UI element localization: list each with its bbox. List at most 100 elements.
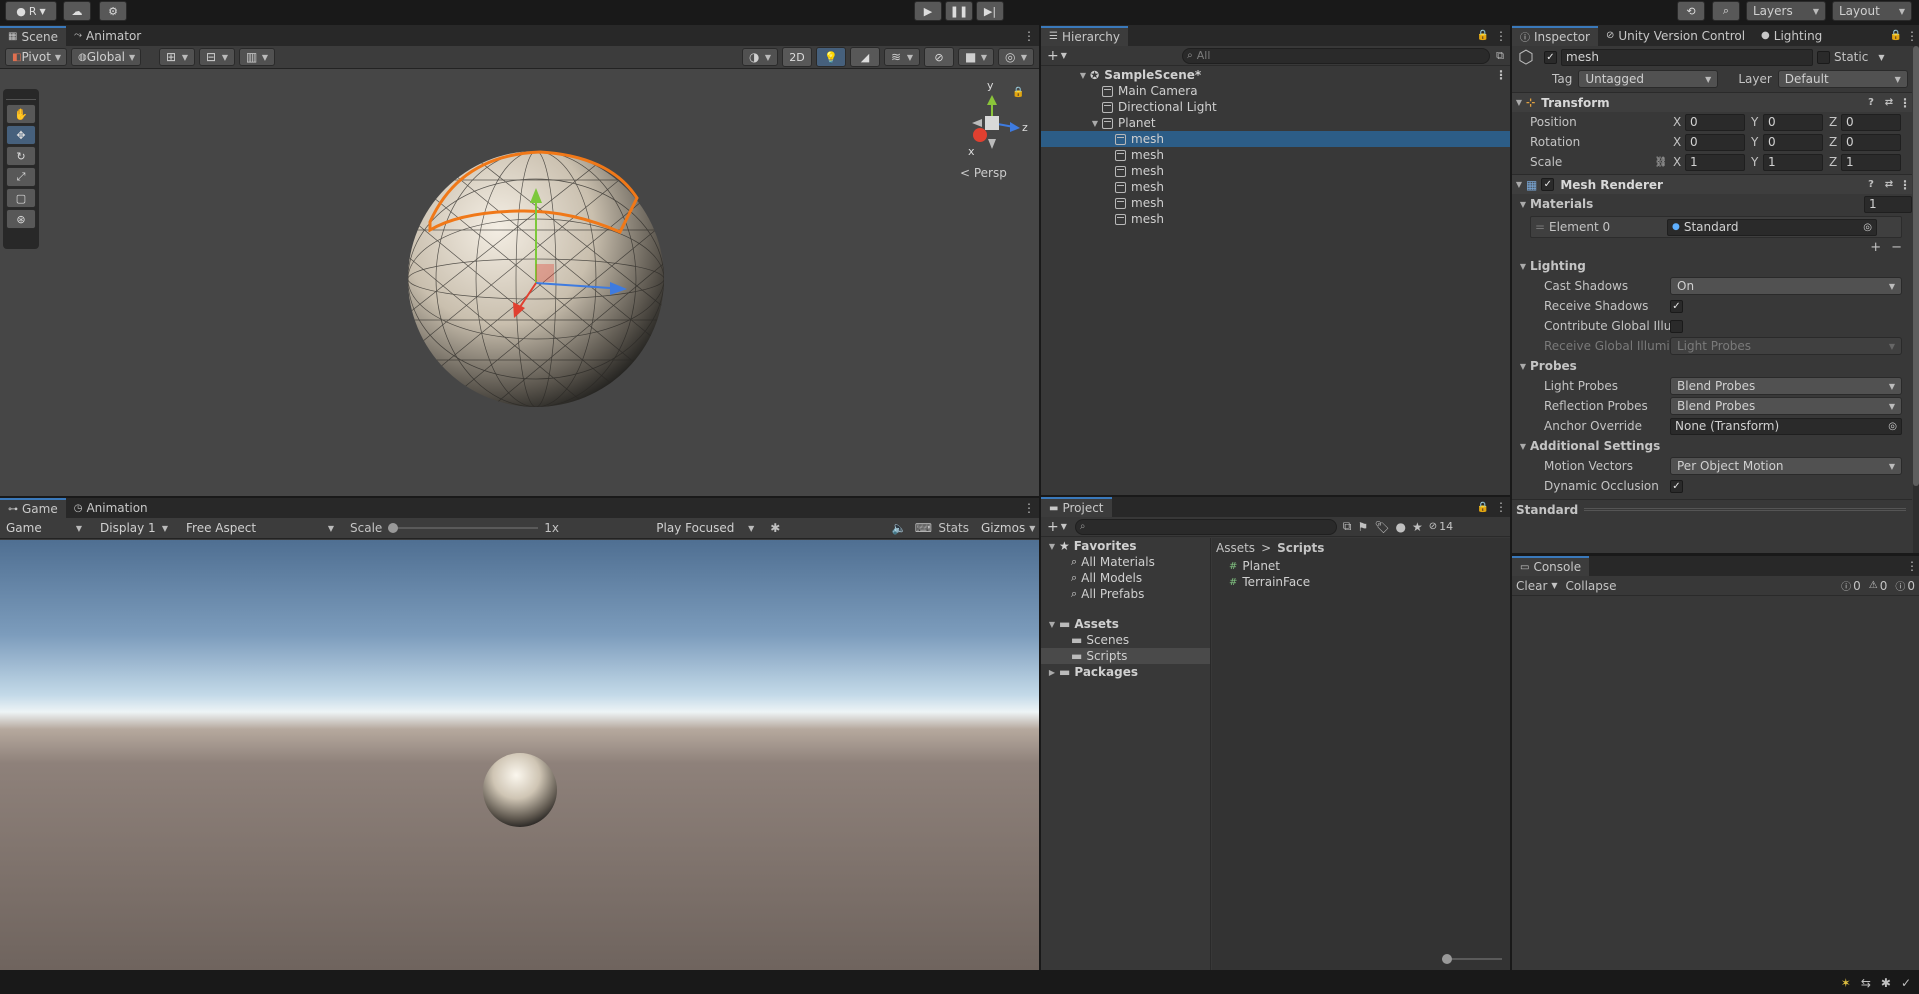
global-dropdown[interactable]: ◍ Global ▼ [71,48,141,66]
position-x[interactable]: 0 [1685,113,1745,131]
check-circle-icon[interactable]: ✓ [1901,976,1911,990]
hierarchy-item-mesh[interactable]: mesh [1041,163,1510,179]
object-picker-icon[interactable]: ◎ [1888,421,1897,432]
layer-dropdown[interactable]: Default ▼ [1777,70,1908,88]
more-menu-icon[interactable]: ⋮ [1898,178,1912,192]
hidden-count-badge[interactable]: ⊘ 14 [1429,520,1453,533]
materials-count-field[interactable]: 1 [1864,195,1912,213]
lock-icon[interactable]: 🔒 [1474,502,1492,513]
play-mode-dropdown[interactable]: Play Focused ▼ [650,519,760,537]
additional-settings-foldout[interactable]: ▼ Additional Settings [1512,436,1912,456]
hierarchy-item-mesh[interactable]: mesh [1041,147,1510,163]
mesh-renderer-header[interactable]: ▼ ▦ ✓ Mesh Renderer ? ⇄ ⋮ [1512,174,1912,194]
play-button[interactable]: ▶ [914,1,942,21]
rotation-x[interactable]: 0 [1685,133,1745,151]
lighting-toggle[interactable]: 💡 [816,47,846,67]
object-name-field[interactable]: mesh [1561,48,1813,66]
tab-console[interactable]: ▭ Console [1512,556,1590,576]
position-y[interactable]: 0 [1763,113,1823,131]
stats-button[interactable]: Stats [938,521,969,535]
favorites-item[interactable]: ▼ ★ Favorites [1041,538,1210,554]
effects-dropdown[interactable]: ≋ ▼ [884,48,920,66]
lock-icon[interactable]: 🔒 [1474,30,1492,41]
debug-icon[interactable]: ✱ [1881,976,1891,990]
services-button[interactable]: ⚙ [99,1,127,21]
snap-increment-dropdown[interactable]: ⊟ ▼ [199,48,235,66]
tab-inspector[interactable]: ⓘ Inspector [1512,25,1598,46]
favorite-all-prefabs[interactable]: ⌕ All Prefabs [1041,586,1210,602]
file-planet[interactable]: # Planet [1212,558,1510,574]
remove-element-button[interactable]: − [1891,240,1902,255]
info-filter-icon[interactable]: ● [1395,520,1405,534]
tab-animation[interactable]: ◷ Animation [66,498,156,518]
scale-slider[interactable] [388,523,539,533]
step-button[interactable]: ▶| [976,1,1004,21]
element0-material-field[interactable]: ● Standard ◎ [1667,218,1877,236]
gizmos-dropdown[interactable]: ◎ ▼ [998,48,1034,66]
hierarchy-item-planet[interactable]: ▼ Planet [1041,115,1510,131]
audio-toggle[interactable]: ◢ [850,47,880,67]
search-button[interactable]: ⌕ [1712,1,1740,21]
2d-toggle[interactable]: 2D [782,47,812,67]
expand-arrow-icon[interactable]: ▼ [1076,71,1090,80]
hierarchy-item-scene[interactable]: ▼ ✪ SampleScene* ⋮ [1041,67,1510,83]
more-menu-icon[interactable]: ⋮ [1492,68,1510,82]
expand-arrow-icon[interactable]: ▼ [1516,362,1530,371]
grid-snap-dropdown[interactable]: ⊞ ▼ [159,48,195,66]
drag-handle-icon[interactable]: = [1531,220,1549,234]
presets-icon[interactable]: ⇄ [1880,97,1898,108]
breadcrumb-scripts[interactable]: Scripts [1277,541,1324,555]
expand-arrow-icon[interactable]: ▼ [1045,542,1059,551]
collapse-button[interactable]: Collapse [1566,579,1617,593]
expand-arrow-icon[interactable]: ▼ [1088,119,1102,128]
packages-folder[interactable]: ▶ ▬ Packages [1041,664,1210,680]
filter-label-icon[interactable]: 🏷 [1374,520,1389,534]
more-menu-icon[interactable]: ⋮ [1019,29,1039,43]
aspect-dropdown[interactable]: Free Aspect ▼ [180,519,340,537]
lock-icon[interactable]: 🔒 [1887,30,1905,41]
bug-icon[interactable]: ✱ [766,521,784,535]
breadcrumb-assets[interactable]: Assets [1216,541,1255,555]
create-asset-button[interactable]: + ▼ [1047,519,1067,535]
materials-row[interactable]: ▼ Materials 1 [1512,194,1912,214]
more-menu-icon[interactable]: ⋮ [1019,501,1039,515]
static-checkbox[interactable] [1817,50,1830,64]
favorite-all-models[interactable]: ⌕ All Models [1041,570,1210,586]
scale-slider-thumb[interactable] [388,523,399,533]
history-button[interactable]: ⟲ [1677,1,1705,21]
scene-viewport[interactable] [0,70,1039,496]
presets-icon[interactable]: ⇄ [1880,179,1898,190]
expand-arrow-icon[interactable]: ▼ [1045,620,1059,629]
project-search[interactable]: ⌕ [1074,518,1337,535]
expand-arrow-icon[interactable]: ▼ [1516,200,1530,209]
help-icon[interactable]: ? [1862,97,1880,108]
account-button[interactable]: ● R ▼ [5,1,57,21]
hierarchy-item-mesh[interactable]: mesh [1041,131,1510,147]
tab-lighting[interactable]: ● Lighting [1753,26,1830,46]
scenes-folder[interactable]: ▬ Scenes [1041,632,1210,648]
warning-count-toggle[interactable]: ⚠ 0 [1869,579,1888,593]
hidden-toggle[interactable]: ⊘ [924,47,954,67]
material-preview-header[interactable]: Standard [1512,499,1912,519]
receive-shadows-checkbox[interactable]: ✓ [1670,299,1683,313]
pause-button[interactable]: ❚❚ [945,1,973,21]
rotation-z[interactable]: 0 [1841,133,1901,151]
scripts-folder[interactable]: ▬ Scripts [1041,648,1210,664]
hierarchy-item-mesh[interactable]: mesh [1041,211,1510,227]
hierarchy-item-mesh[interactable]: mesh [1041,195,1510,211]
tab-scene[interactable]: ▦ Scene [0,25,67,46]
assets-folder[interactable]: ▼ ▬ Assets [1041,616,1210,632]
expand-arrow-icon[interactable]: ▼ [1516,442,1530,451]
inspector-scrollbar[interactable] [1913,46,1919,553]
mute-audio-icon[interactable]: 🔈 [890,521,908,535]
search-by-type-icon[interactable]: ⧉ [1343,519,1352,534]
pivot-dropdown[interactable]: ◧ Pivot ▼ [5,48,67,66]
hierarchy-item-mesh[interactable]: mesh [1041,179,1510,195]
clear-button[interactable]: Clear ▼ [1516,579,1558,593]
tab-game[interactable]: ⊶ Game [0,498,66,518]
create-button[interactable]: + ▼ [1047,48,1067,64]
icon-size-slider[interactable] [1442,954,1502,964]
anchor-override-field[interactable]: None (Transform) ◎ [1670,417,1902,435]
scale-y[interactable]: 1 [1763,153,1823,171]
hierarchy-item-main-camera[interactable]: Main Camera [1041,83,1510,99]
